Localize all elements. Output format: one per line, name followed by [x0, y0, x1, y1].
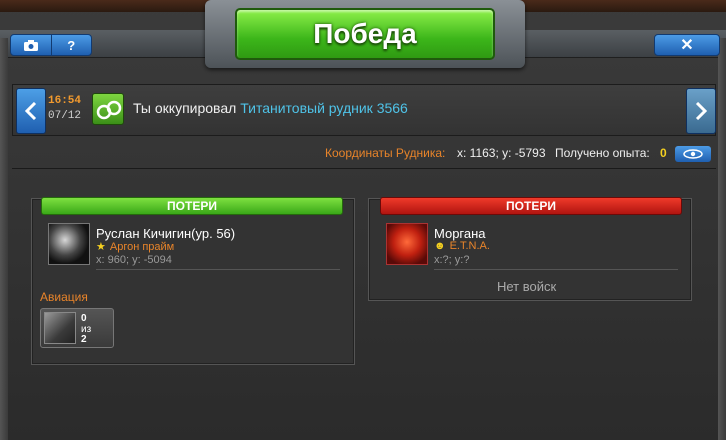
camera-icon	[23, 39, 38, 51]
help-button[interactable]: ?	[50, 35, 92, 55]
event-message-text: Ты оккупировал	[133, 100, 237, 116]
arrow-left-icon	[25, 102, 37, 120]
attacker-alliance-name: Аргон прайм	[109, 241, 175, 253]
unit-card[interactable]: 0 из 2	[40, 308, 114, 348]
event-time: 16:54	[48, 95, 82, 107]
xp-value: 0	[660, 146, 667, 160]
aviation-section-label: Авиация	[40, 290, 88, 304]
screenshot-button[interactable]	[11, 35, 51, 55]
next-report-button[interactable]	[686, 88, 716, 134]
title-banner: Победа	[235, 8, 495, 60]
prev-report-button[interactable]	[16, 88, 46, 134]
aircraft-unit-icon	[44, 312, 76, 344]
defender-name[interactable]: Моргана	[434, 226, 486, 241]
top-left-buttons: ?	[10, 34, 92, 56]
attacker-name[interactable]: Руслан Кичигин(ур. 56)	[96, 226, 235, 241]
no-troops-label: Нет войск	[497, 279, 557, 294]
page-title: Победа	[313, 18, 417, 49]
unit-lost-count: 0	[81, 313, 87, 324]
xp-label: Получено опыта:	[555, 146, 650, 160]
mine-coords-label: Координаты Рудника:	[325, 146, 446, 160]
attacker-separator	[96, 269, 340, 270]
star-icon: ★	[96, 241, 106, 253]
title-plate: Победа	[191, 0, 539, 68]
event-message: Ты оккупировал Титанитовый рудник 3566	[133, 100, 408, 116]
arrow-right-icon	[695, 102, 707, 120]
defender-alliance-name: E.T.N.A.	[449, 240, 490, 252]
mine-coords-value: x: 1163; y: -5793	[457, 146, 546, 160]
attacker-alliance[interactable]: ★ Аргон прайм	[96, 240, 174, 253]
close-button[interactable]: ✕	[654, 34, 720, 56]
defender-alliance[interactable]: ☻ E.T.N.A.	[434, 240, 490, 252]
unit-total-count: 2	[81, 334, 87, 345]
right-side-bar	[718, 38, 726, 440]
info-line: Координаты Рудника: x: 1163; y: -5793 По…	[0, 146, 716, 162]
skull-icon: ☻	[434, 240, 446, 252]
target-link[interactable]: Титанитовый рудник 3566	[240, 100, 408, 116]
left-side-bar	[0, 38, 8, 440]
attacker-coords: x: 960; y: -5094	[96, 254, 172, 266]
handcuffs-icon	[92, 93, 124, 125]
defender-avatar[interactable]	[386, 223, 428, 265]
attacker-avatar[interactable]	[48, 223, 90, 265]
view-location-button[interactable]	[675, 146, 711, 162]
defender-separator	[434, 269, 678, 270]
eye-icon	[683, 149, 703, 159]
defender-coords: x:?; y:?	[434, 254, 470, 266]
event-date: 07/12	[48, 110, 82, 122]
divider	[12, 168, 716, 169]
attacker-losses-header: ПОТЕРИ	[41, 197, 343, 215]
defender-losses-header: ПОТЕРИ	[380, 197, 682, 215]
